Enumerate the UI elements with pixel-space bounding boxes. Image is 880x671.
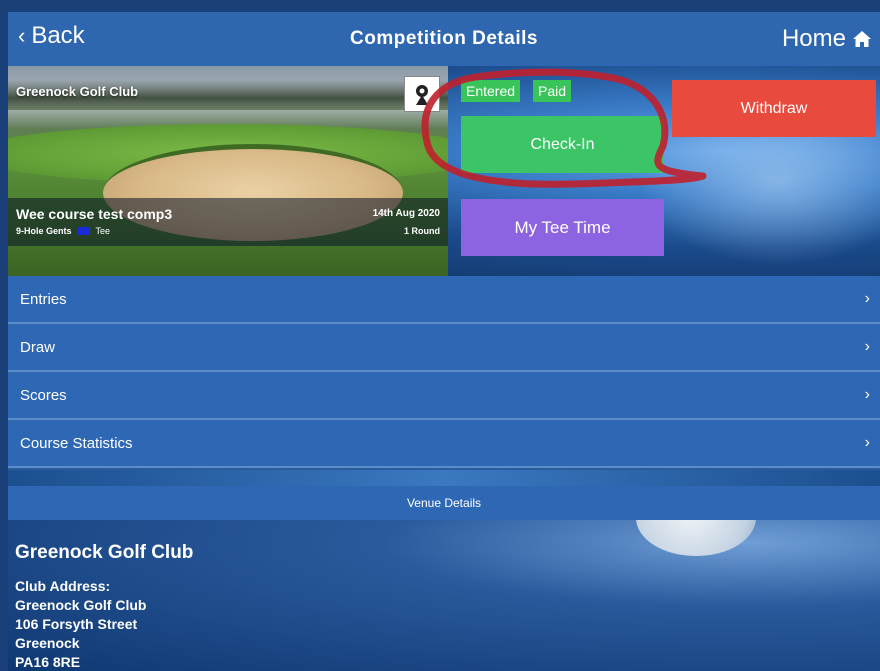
page-title: Competition Details	[350, 28, 538, 49]
course-image: Greenock Golf Club Wee course test comp3…	[8, 66, 448, 276]
menu-item-scores[interactable]: Scores ›	[8, 372, 880, 420]
address-line: PA16 8RE	[15, 654, 81, 670]
menu-item-label: Scores	[20, 386, 67, 404]
check-in-button[interactable]: Check-In	[461, 116, 664, 173]
golf-ball-image	[636, 520, 756, 556]
background-strip	[8, 470, 880, 486]
menu-item-course-statistics[interactable]: Course Statistics ›	[8, 420, 880, 468]
menu-item-entries[interactable]: Entries ›	[8, 276, 880, 324]
competition-name: Wee course test comp3	[16, 206, 173, 222]
menu-item-label: Entries	[20, 290, 67, 308]
chevron-right-icon: ›	[864, 434, 870, 451]
competition-hero: Greenock Golf Club Wee course test comp3…	[8, 66, 880, 276]
venue-name: Greenock Golf Club	[15, 542, 194, 563]
home-button[interactable]: Home	[782, 25, 872, 53]
venue-details: Greenock Golf Club Club Address: Greenoc…	[8, 520, 880, 671]
paid-badge: Paid	[533, 80, 572, 102]
tee-label: Tee	[95, 226, 111, 236]
chevron-right-icon: ›	[864, 386, 870, 403]
competition-meta: 9-Hole Gents Tee	[16, 226, 110, 236]
home-label: Home	[781, 25, 846, 52]
address-line: Greenock Golf Club	[15, 597, 147, 613]
address-line: Greenock	[15, 635, 80, 651]
address-label: Club Address:	[15, 578, 111, 594]
competition-date: 14th Aug 2020	[372, 208, 440, 219]
competition-info: Wee course test comp3 9-Hole Gents Tee 1…	[8, 198, 448, 246]
menu-item-label: Draw	[20, 338, 56, 356]
menu-item-label: Course Statistics	[20, 434, 133, 452]
entered-badge: Entered	[461, 80, 521, 102]
detail-menu: Entries › Draw › Scores › Course Statist…	[8, 276, 880, 468]
menu-item-draw[interactable]: Draw ›	[8, 324, 880, 372]
club-name: Greenock Golf Club	[16, 84, 139, 99]
competition-format: 9-Hole Gents	[16, 226, 72, 236]
competition-rounds: 1 Round	[404, 226, 440, 236]
venue-details-header[interactable]: Venue Details	[8, 486, 880, 520]
app-window: ‹ Back Competition Details Home Greenock…	[8, 12, 880, 671]
tee-color-swatch	[77, 227, 90, 235]
address-line: 106 Forsyth Street	[15, 616, 138, 632]
chevron-right-icon: ›	[864, 290, 870, 307]
withdraw-button[interactable]: Withdraw	[672, 80, 876, 137]
chevron-right-icon: ›	[864, 338, 870, 355]
my-tee-time-button[interactable]: My Tee Time	[461, 199, 664, 256]
club-logo-icon	[404, 76, 440, 112]
house-icon	[853, 31, 871, 47]
nav-bar: ‹ Back Competition Details Home	[8, 12, 880, 66]
